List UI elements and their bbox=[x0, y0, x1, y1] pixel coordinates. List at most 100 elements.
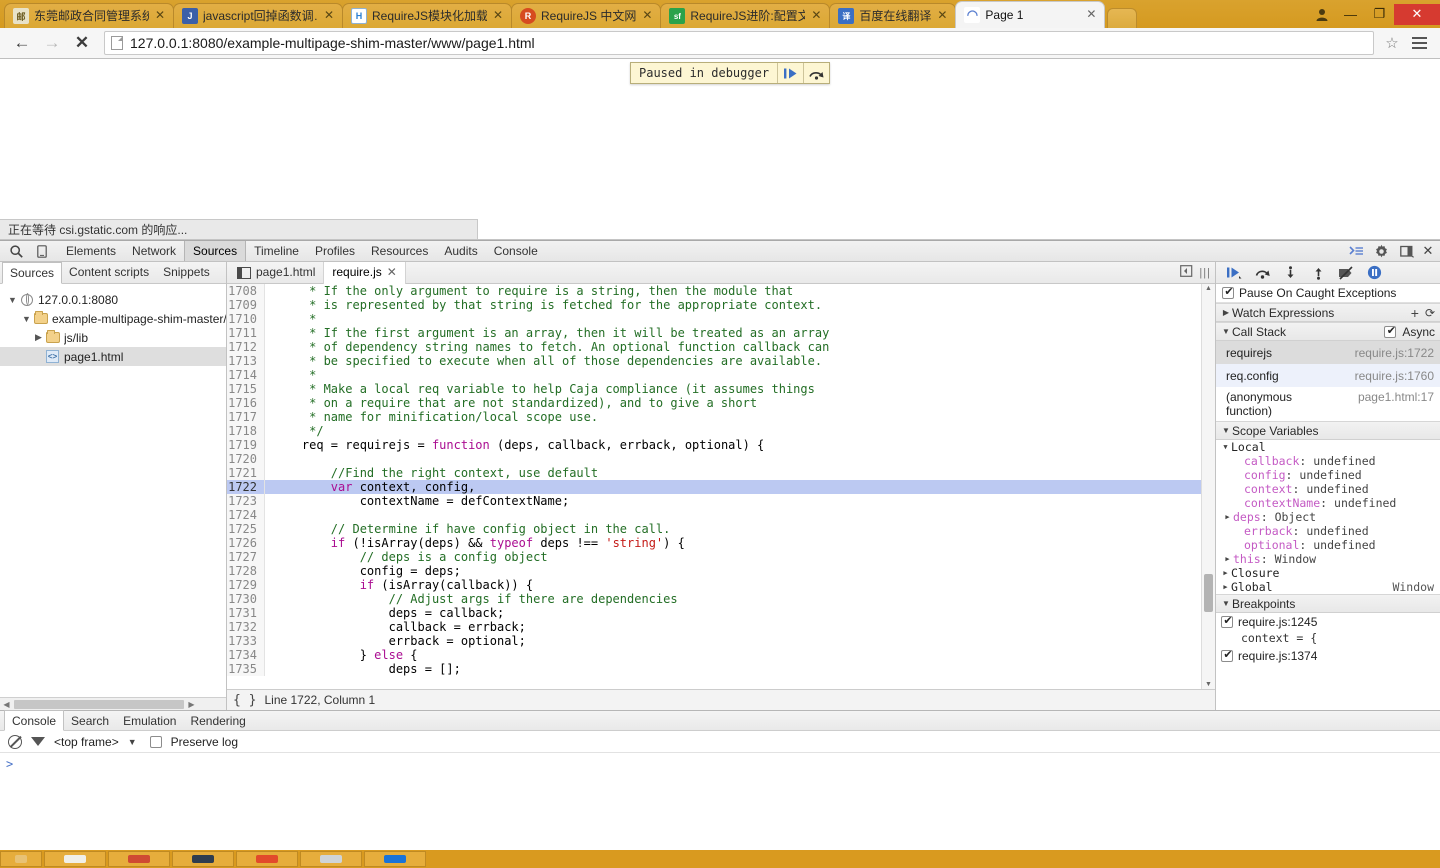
page-info-icon[interactable] bbox=[111, 36, 123, 50]
chevron-right-icon[interactable]: ▶ bbox=[1222, 513, 1233, 521]
resume-button[interactable] bbox=[1221, 263, 1247, 283]
code-line[interactable]: 1720 bbox=[227, 452, 1201, 466]
code-line[interactable]: 1724 bbox=[227, 508, 1201, 522]
scroll-down-icon[interactable]: ▼ bbox=[1202, 681, 1215, 688]
step-over-icon[interactable] bbox=[803, 63, 829, 83]
line-number[interactable]: 1716 bbox=[227, 396, 265, 410]
line-number[interactable]: 1710 bbox=[227, 312, 265, 326]
tab-elements[interactable]: Elements bbox=[58, 241, 124, 261]
tab-close-icon[interactable]: ✕ bbox=[1084, 8, 1098, 22]
clear-console-icon[interactable] bbox=[8, 734, 22, 749]
device-toggle-icon[interactable] bbox=[29, 241, 54, 261]
browser-tab[interactable]: H RequireJS模块化加载 ✕ bbox=[342, 3, 512, 28]
taskbar-item[interactable] bbox=[364, 851, 426, 867]
close-window-button[interactable]: ✕ bbox=[1394, 3, 1440, 25]
browser-tab[interactable]: sf RequireJS进阶:配置文… ✕ bbox=[660, 3, 831, 28]
code-line[interactable]: 1719 req = requirejs = function (deps, c… bbox=[227, 438, 1201, 452]
code-line[interactable]: 1709 * is represented by that string is … bbox=[227, 298, 1201, 312]
dock-side-icon[interactable] bbox=[1394, 241, 1419, 261]
chrome-menu-button[interactable] bbox=[1406, 30, 1432, 56]
scrollbar-thumb[interactable] bbox=[1204, 574, 1213, 612]
browser-tab-active[interactable]: ◠ Page 1 ✕ bbox=[955, 1, 1106, 28]
tree-item-origin[interactable]: ▼ 127.0.0.1:8080 bbox=[0, 290, 226, 309]
address-bar[interactable]: 127.0.0.1:8080/example-multipage-shim-ma… bbox=[104, 31, 1374, 55]
line-number[interactable]: 1735 bbox=[227, 662, 265, 676]
line-number[interactable]: 1731 bbox=[227, 606, 265, 620]
editor-tab-page1[interactable]: page1.html bbox=[227, 261, 325, 284]
tree-item-folder[interactable]: ▶ js/lib bbox=[0, 328, 226, 347]
line-number[interactable]: 1726 bbox=[227, 536, 265, 550]
code-line[interactable]: 1721 //Find the right context, use defau… bbox=[227, 466, 1201, 480]
chevron-down-icon[interactable]: ▼ bbox=[1220, 426, 1232, 435]
taskbar-start-button[interactable] bbox=[0, 851, 42, 867]
line-number[interactable]: 1724 bbox=[227, 508, 265, 522]
breakpoint-item[interactable]: require.js:1374 bbox=[1216, 647, 1440, 664]
scope-variable[interactable]: context: undefined bbox=[1216, 482, 1440, 496]
tab-resources[interactable]: Resources bbox=[363, 241, 436, 261]
pretty-print-icon[interactable]: { } bbox=[233, 693, 256, 708]
drawer-tab-emulation[interactable]: Emulation bbox=[116, 711, 183, 731]
line-number[interactable]: 1734 bbox=[227, 648, 265, 662]
code-line[interactable]: 1711 * If the first argument is an array… bbox=[227, 326, 1201, 340]
drawer-tab-search[interactable]: Search bbox=[64, 711, 116, 731]
console-prompt-icon[interactable]: > bbox=[6, 757, 13, 771]
tab-close-icon[interactable]: ✕ bbox=[491, 9, 505, 23]
browser-tab[interactable]: 译 百度在线翻译 ✕ bbox=[829, 3, 957, 28]
breakpoints-header[interactable]: ▼ Breakpoints bbox=[1216, 594, 1440, 613]
tab-network[interactable]: Network bbox=[124, 241, 184, 261]
scrollbar-thumb[interactable] bbox=[14, 699, 184, 709]
line-number[interactable]: 1715 bbox=[227, 382, 265, 396]
scope-closure[interactable]: ▶ Closure bbox=[1216, 566, 1440, 580]
maximize-button[interactable]: ❐ bbox=[1365, 4, 1394, 25]
line-number[interactable]: 1725 bbox=[227, 522, 265, 536]
navigator-toggle-icon[interactable] bbox=[237, 266, 251, 279]
code-line[interactable]: 1732 callback = errback; bbox=[227, 620, 1201, 634]
code-line[interactable]: 1710 * bbox=[227, 312, 1201, 326]
scroll-up-icon[interactable]: ▲ bbox=[1202, 285, 1215, 292]
drawer-tab-console[interactable]: Console bbox=[4, 710, 65, 731]
scroll-left-icon[interactable]: ◀ bbox=[0, 700, 13, 709]
taskbar-item[interactable] bbox=[300, 851, 362, 867]
chevron-right-icon[interactable]: ▶ bbox=[1222, 555, 1233, 563]
scope-variable[interactable]: errback: undefined bbox=[1216, 524, 1440, 538]
chevron-right-icon[interactable]: ▶ bbox=[1220, 308, 1232, 317]
chevron-down-icon[interactable]: ▼ bbox=[1220, 599, 1232, 608]
scope-variable[interactable]: ▶ this: Window bbox=[1216, 552, 1440, 566]
code-line[interactable]: 1735 deps = []; bbox=[227, 662, 1201, 676]
deactivate-breakpoints-button[interactable] bbox=[1333, 263, 1359, 283]
chevron-down-icon[interactable]: ▼ bbox=[20, 314, 33, 324]
code-line[interactable]: 1727 // deps is a config object bbox=[227, 550, 1201, 564]
breakpoint-item[interactable]: require.js:1245 bbox=[1216, 613, 1440, 630]
chevron-right-icon[interactable]: ▶ bbox=[32, 332, 45, 343]
line-number[interactable]: 1722 bbox=[227, 480, 265, 494]
line-number[interactable]: 1708 bbox=[227, 284, 265, 298]
scope-variables-header[interactable]: ▼ Scope Variables bbox=[1216, 421, 1440, 440]
line-number[interactable]: 1714 bbox=[227, 368, 265, 382]
line-number[interactable]: 1720 bbox=[227, 452, 265, 466]
async-checkbox[interactable] bbox=[1384, 325, 1397, 338]
code-line[interactable]: 1729 if (isArray(callback)) { bbox=[227, 578, 1201, 592]
editor-vertical-scrollbar[interactable]: ▲ ▼ bbox=[1201, 284, 1215, 689]
browser-tab[interactable]: 邮 东莞邮政合同管理系统 ✕ bbox=[4, 3, 174, 28]
pause-on-caught-exceptions-row[interactable]: Pause On Caught Exceptions bbox=[1216, 284, 1440, 303]
pause-on-caught-checkbox[interactable] bbox=[1222, 286, 1235, 299]
call-stack-frame[interactable]: (anonymous function) page1.html:17 bbox=[1216, 387, 1440, 421]
drawer-tab-rendering[interactable]: Rendering bbox=[183, 711, 252, 731]
tree-item-folder[interactable]: ▼ example-multipage-shim-master/ bbox=[0, 309, 226, 328]
close-devtools-icon[interactable]: ✕ bbox=[1419, 241, 1437, 261]
minimize-button[interactable]: — bbox=[1336, 4, 1365, 25]
call-stack-frame[interactable]: requirejs require.js:1722 bbox=[1216, 341, 1440, 364]
forward-button[interactable]: → bbox=[38, 30, 66, 56]
source-code[interactable]: 1708 * If the only argument to require i… bbox=[227, 284, 1201, 676]
preserve-log-checkbox[interactable] bbox=[149, 735, 162, 748]
line-number[interactable]: 1713 bbox=[227, 354, 265, 368]
chevron-down-icon[interactable]: ▼ bbox=[1220, 443, 1231, 451]
taskbar-item[interactable] bbox=[172, 851, 234, 867]
code-line[interactable]: 1716 * on a require that are not standar… bbox=[227, 396, 1201, 410]
console-context-selector[interactable]: <top frame> bbox=[54, 735, 119, 749]
subtab-content-scripts[interactable]: Content scripts bbox=[62, 262, 156, 283]
line-number[interactable]: 1733 bbox=[227, 634, 265, 648]
code-line[interactable]: 1733 errback = optional; bbox=[227, 634, 1201, 648]
editor-tab-close-icon[interactable]: ✕ bbox=[387, 262, 397, 283]
code-line[interactable]: 1717 * name for minification/local scope… bbox=[227, 410, 1201, 424]
